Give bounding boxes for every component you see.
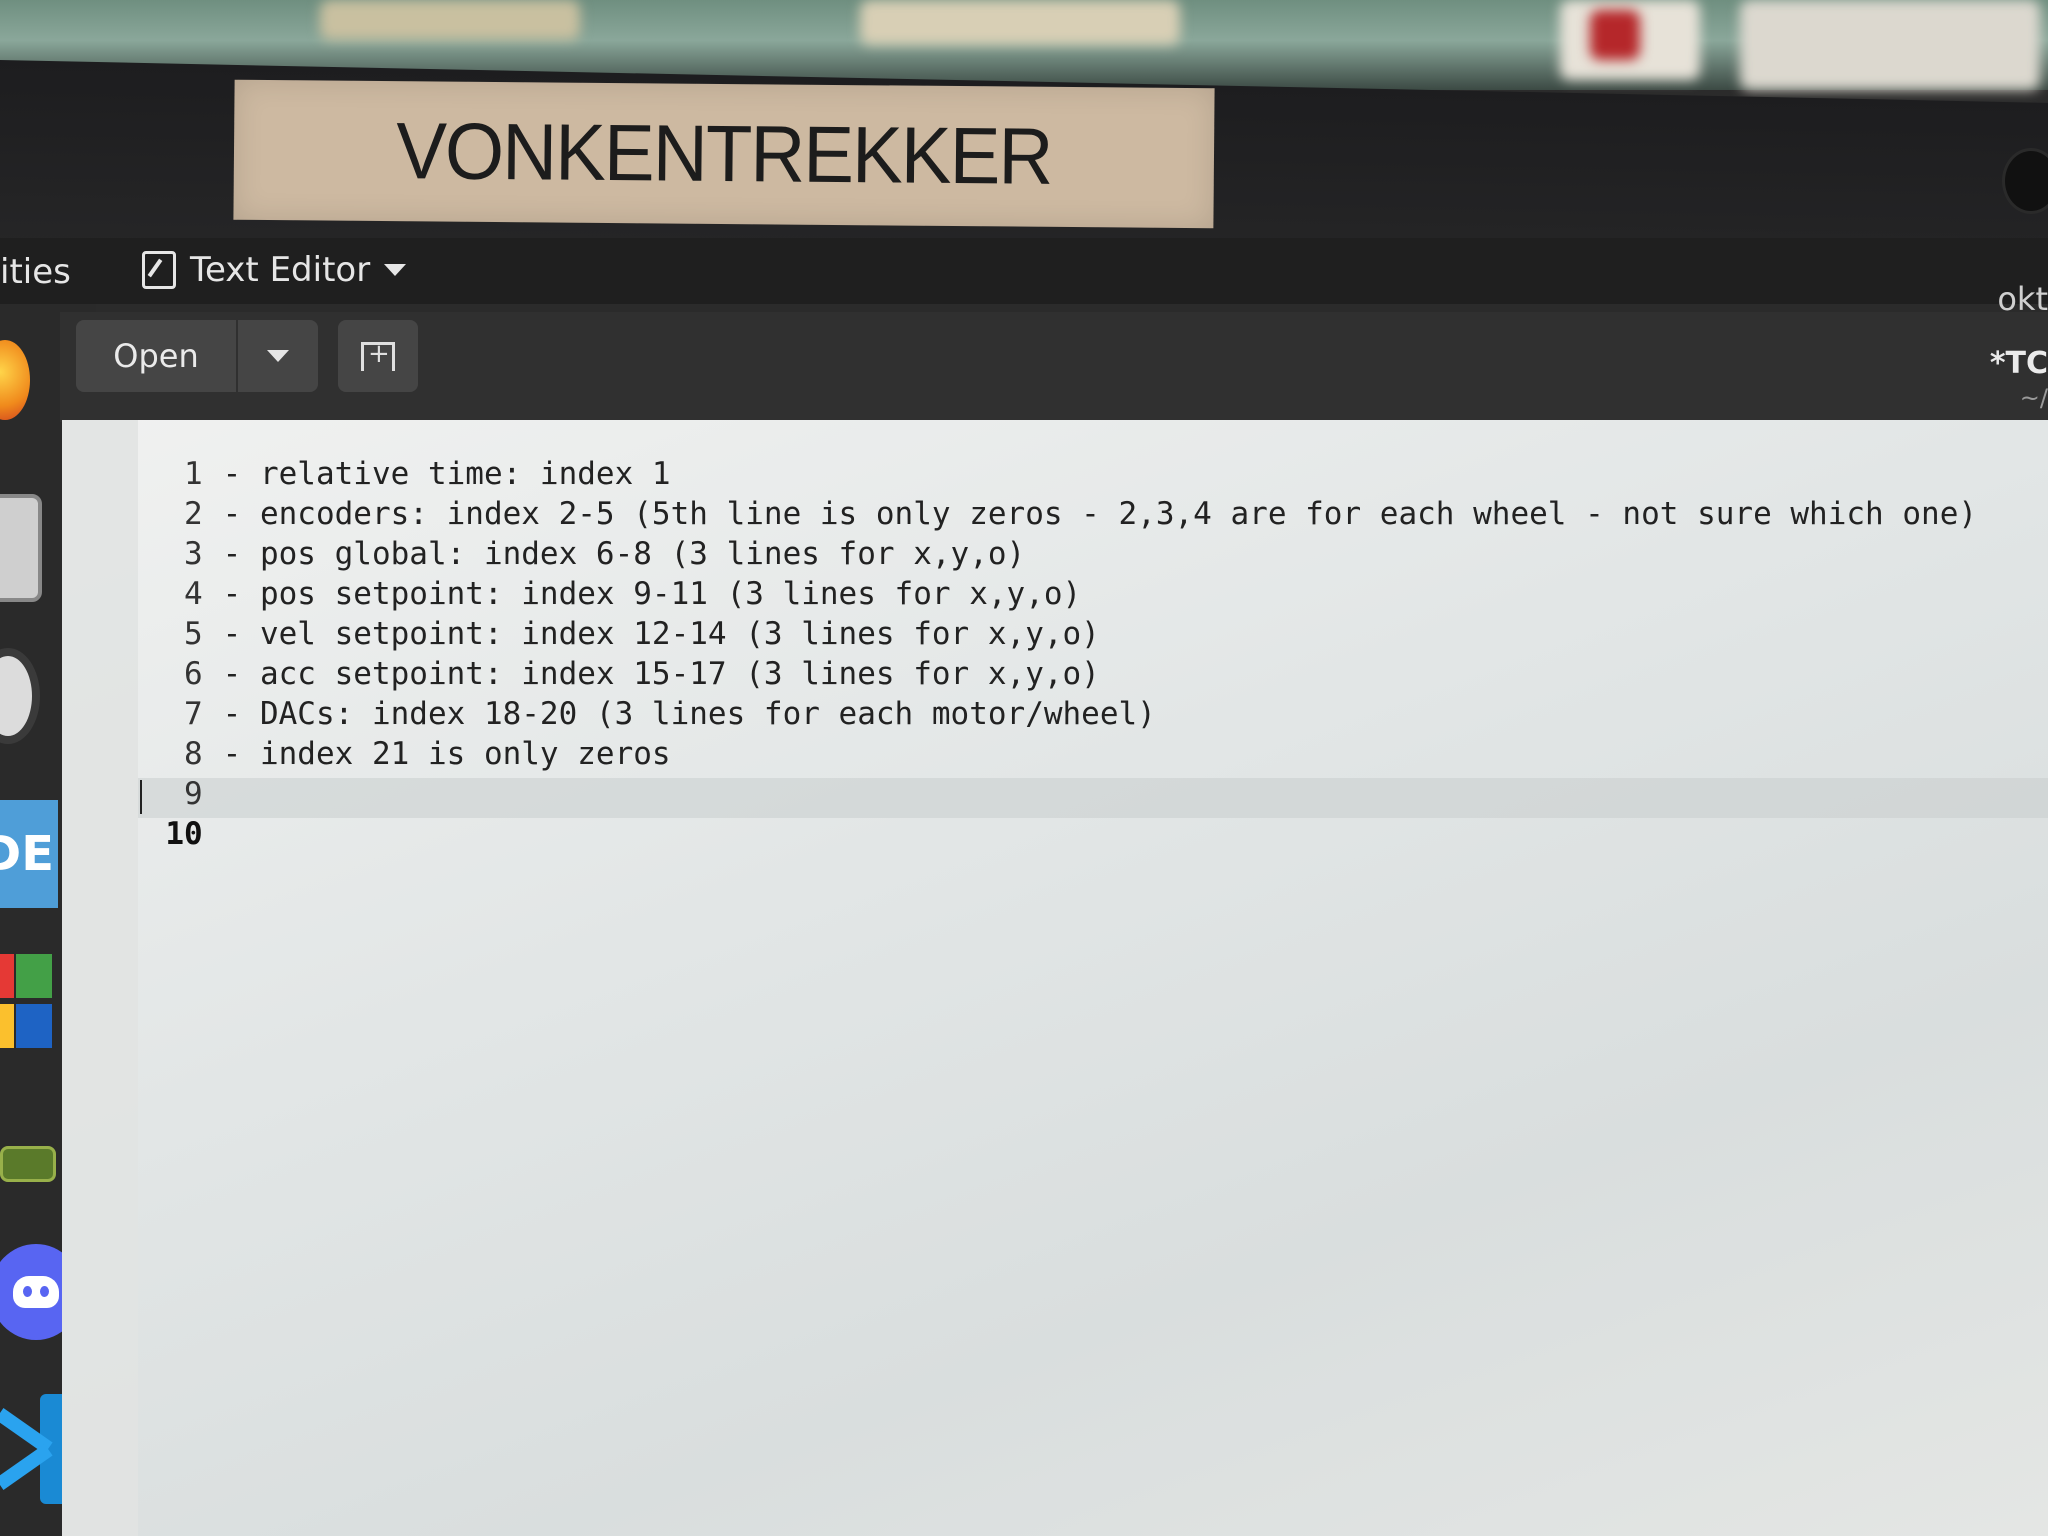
editor-line[interactable]: 3- pos global: index 6-8 (3 lines for x,… <box>62 500 1025 572</box>
editor-line[interactable]: 9 <box>62 740 223 812</box>
editor-line-current[interactable]: 10 <box>62 780 223 852</box>
line-text <box>203 816 223 852</box>
text-editor-icon <box>142 251 176 289</box>
document-title: *TC <box>1989 346 2048 381</box>
editor-line[interactable]: 5- vel setpoint: index 12-14 (3 lines fo… <box>62 580 1100 652</box>
editor-line[interactable]: 6- acc setpoint: index 15-17 (3 lines fo… <box>62 620 1100 692</box>
new-tab-button[interactable] <box>338 320 418 392</box>
firefox-icon[interactable] <box>0 340 30 420</box>
text-caret <box>140 780 142 814</box>
activities-button[interactable]: ities <box>0 252 71 292</box>
sticker-text: VONKENTREKKER <box>396 106 1052 201</box>
chevron-down-icon <box>267 350 289 362</box>
settings-icon[interactable] <box>0 648 40 744</box>
app-menu[interactable]: Text Editor <box>142 250 407 290</box>
app-grid-icon[interactable] <box>0 954 56 1050</box>
app-menu-label: Text Editor <box>190 250 371 290</box>
document-path: ~/ <box>2019 384 2048 412</box>
new-tab-icon <box>361 339 395 371</box>
editor-line[interactable]: 2- encoders: index 2-5 (5th line is only… <box>62 460 1977 532</box>
editor-line[interactable]: 1- relative time: index 1 <box>62 420 671 492</box>
editor-line[interactable]: 8- index 21 is only zeros <box>62 700 671 772</box>
ide-icon[interactable]: DE <box>0 800 58 908</box>
label-sticker: VONKENTREKKER <box>233 79 1215 229</box>
line-text: - index 21 is only zeros <box>222 736 671 772</box>
files-icon[interactable] <box>0 494 42 602</box>
editor-headerbar: Open *TC ~/ <box>60 312 2048 422</box>
terminal-icon[interactable] <box>0 1146 56 1182</box>
editor-line[interactable]: 7- DACs: index 18-20 (3 lines for each m… <box>62 660 1156 732</box>
editor-line[interactable]: 4- pos setpoint: index 9-11 (3 lines for… <box>62 540 1081 612</box>
current-line-highlight <box>138 778 2048 818</box>
text-editor-area[interactable]: 1- relative time: index 1 2- encoders: i… <box>62 420 2048 1536</box>
top-bar: ities Text Editor okt <box>0 238 2048 318</box>
open-button[interactable]: Open <box>76 320 236 392</box>
line-number: 10 <box>165 816 203 852</box>
chevron-down-icon <box>384 264 407 276</box>
open-menu-button[interactable] <box>238 320 318 392</box>
